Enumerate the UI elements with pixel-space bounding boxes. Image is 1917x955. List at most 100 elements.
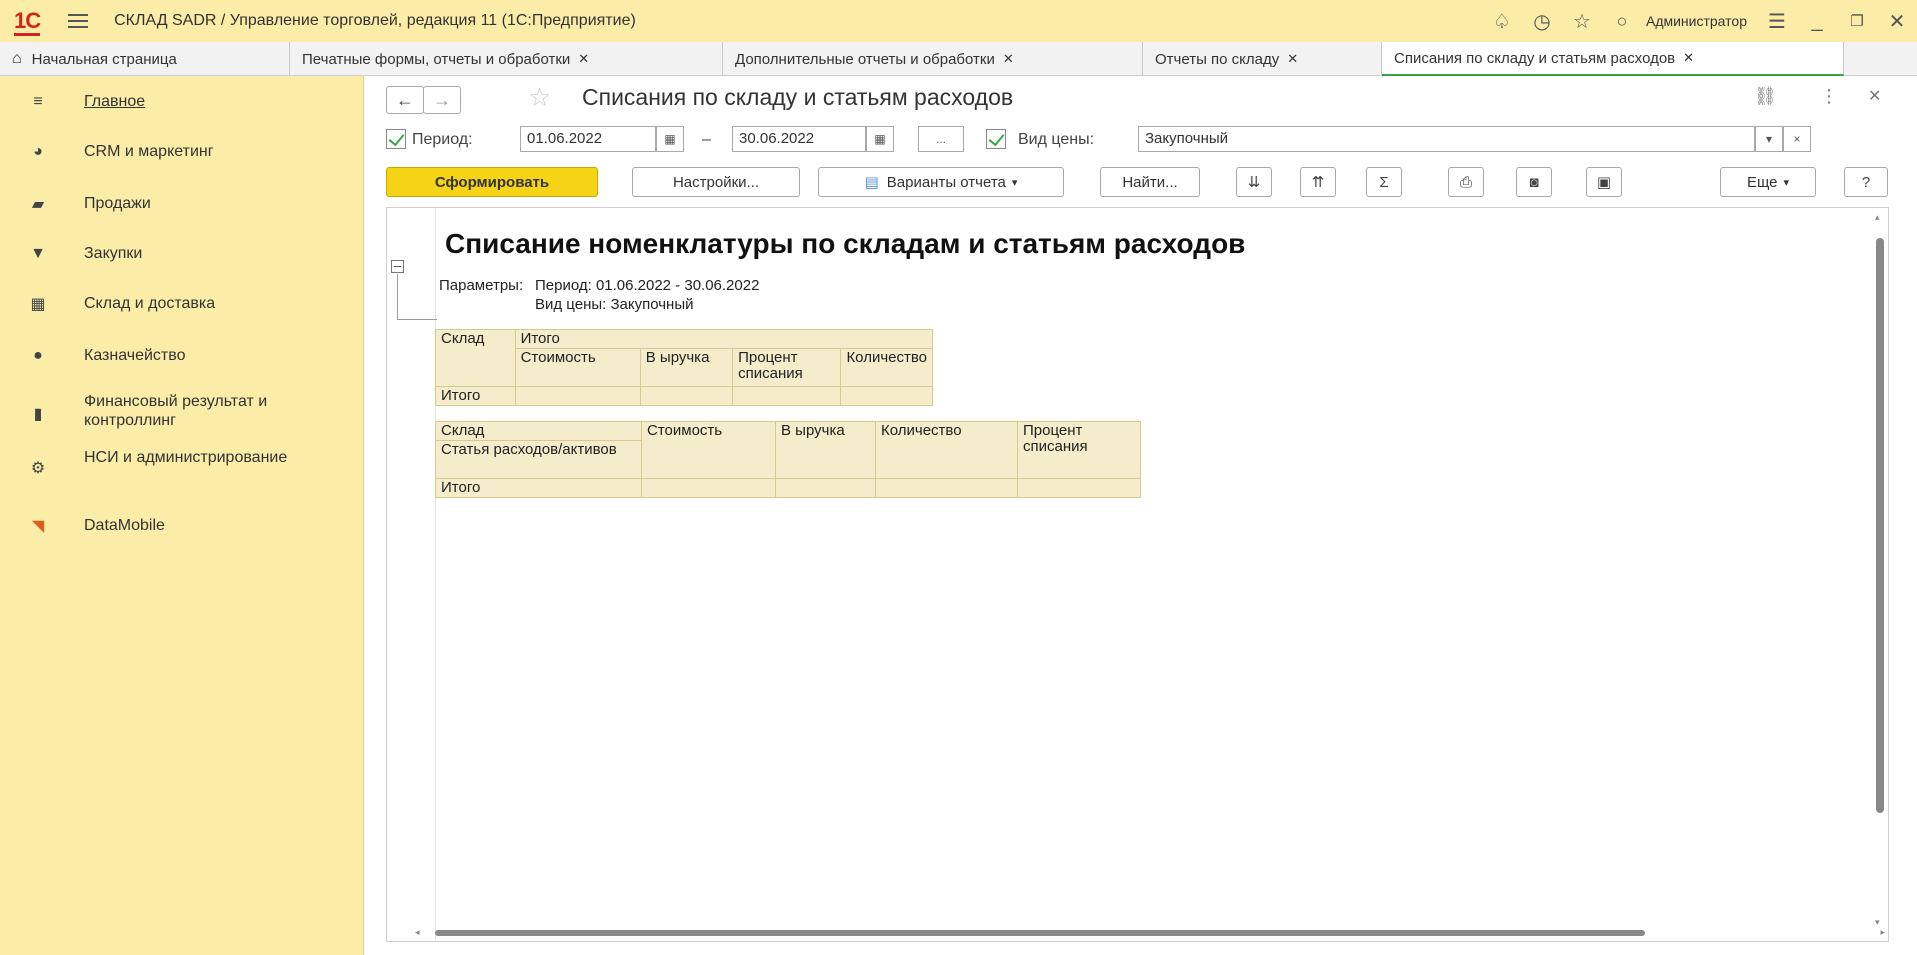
table-cell bbox=[840, 386, 933, 406]
report-area[interactable]: Списание номенклатуры по складам и стать… bbox=[386, 207, 1889, 942]
report-table-articles: Склад Стоимость В ыручка Количество Проц… bbox=[435, 421, 1141, 498]
user-name[interactable]: Администратор bbox=[1646, 13, 1747, 29]
table-cell bbox=[639, 386, 734, 406]
clear-icon[interactable]: × bbox=[1783, 126, 1811, 152]
date-from-field[interactable]: 01.06.2022 bbox=[520, 126, 656, 152]
tab-print-forms[interactable]: Печатные формы, отчеты и обработки ✕ bbox=[290, 42, 723, 76]
close-tab-icon[interactable]: ✕ bbox=[1287, 51, 1298, 67]
sidebar-item-sales[interactable]: ▰ Продажи bbox=[0, 192, 364, 216]
collapse-groups-icon[interactable]: ⇈ bbox=[1300, 167, 1336, 197]
bar-chart-icon: ▮ bbox=[33, 406, 43, 423]
table-cell bbox=[514, 386, 641, 406]
sidebar-item-datamobile[interactable]: ◥ DataMobile bbox=[0, 514, 364, 538]
1c-logo: 1С bbox=[14, 8, 41, 36]
calendar-to-icon[interactable]: ▦ bbox=[866, 126, 894, 152]
price-type-field[interactable]: Закупочный bbox=[1138, 126, 1755, 152]
variants-icon: ▤ bbox=[864, 174, 879, 191]
period-checkbox[interactable] bbox=[386, 129, 406, 149]
more-button[interactable]: Еще ▾ bbox=[1720, 167, 1816, 197]
scroll-left-icon[interactable]: ◂ bbox=[415, 927, 420, 938]
period-select-button[interactable]: ... bbox=[918, 126, 964, 152]
table-cell bbox=[641, 478, 776, 498]
vertical-scroll-thumb[interactable] bbox=[1876, 238, 1884, 813]
group-line bbox=[397, 319, 437, 320]
restore-icon[interactable]: ❐ bbox=[1837, 12, 1877, 30]
generate-button[interactable]: Сформировать bbox=[386, 167, 598, 197]
group-line bbox=[397, 274, 398, 320]
main-menu-icon[interactable] bbox=[68, 14, 89, 28]
horizontal-scrollbar[interactable]: ◂ ▸ bbox=[415, 927, 1885, 937]
tab-home[interactable]: ⌂ Начальная страница bbox=[0, 42, 290, 76]
scroll-right-icon[interactable]: ▸ bbox=[1880, 927, 1885, 938]
calendar-from-icon[interactable]: ▦ bbox=[656, 126, 684, 152]
date-to-field[interactable]: 30.06.2022 bbox=[732, 126, 866, 152]
minimize-icon[interactable]: _ bbox=[1797, 10, 1837, 33]
report-variants-button[interactable]: ▤ Варианты отчета ▾ bbox=[818, 167, 1064, 197]
close-icon[interactable]: ✕ bbox=[1877, 9, 1917, 34]
period-label: Период: bbox=[412, 131, 473, 148]
table-header: Процент списания bbox=[1017, 421, 1141, 479]
app-title: СКЛАД SADR / Управление торговлей, редак… bbox=[114, 12, 636, 29]
dropdown-icon[interactable]: ▾ bbox=[1755, 126, 1783, 152]
horizontal-scroll-thumb[interactable] bbox=[435, 930, 1645, 936]
close-form-icon[interactable]: ✕ bbox=[1868, 86, 1881, 106]
table-header: Количество bbox=[840, 348, 933, 387]
save-icon[interactable]: ▣ bbox=[1586, 167, 1622, 197]
table-header: Количество bbox=[875, 421, 1018, 479]
table-header: Статья расходов/активов bbox=[435, 440, 642, 479]
settings-menu-icon[interactable]: ☰ bbox=[1757, 9, 1797, 34]
close-tab-icon[interactable]: ✕ bbox=[578, 51, 589, 67]
tab-writeoffs[interactable]: Списания по складу и статьям расходов ✕ bbox=[1382, 42, 1844, 76]
bell-icon[interactable]: ♤ bbox=[1482, 9, 1522, 34]
sidebar-item-purchases[interactable]: ▼ Закупки bbox=[0, 242, 364, 266]
tabs-bar: ⌂ Начальная страница Печатные формы, отч… bbox=[0, 42, 1917, 76]
date-dash: – bbox=[702, 131, 711, 148]
expand-groups-icon[interactable]: ⇊ bbox=[1236, 167, 1272, 197]
gear-icon: ⚙ bbox=[30, 460, 46, 477]
scroll-down-icon[interactable]: ▾ bbox=[1875, 917, 1880, 928]
table-header: Итого bbox=[514, 329, 934, 349]
more-vertical-icon[interactable]: ⋮ bbox=[1820, 86, 1838, 107]
forward-button[interactable]: → bbox=[423, 86, 461, 114]
find-button[interactable]: Найти... bbox=[1100, 167, 1200, 197]
report-params-label: Параметры: bbox=[439, 277, 524, 294]
help-button[interactable]: ? bbox=[1844, 167, 1888, 197]
sidebar-item-admin[interactable]: ⚙ НСИ и администрирование bbox=[0, 446, 364, 488]
back-button[interactable]: ← bbox=[386, 86, 424, 114]
link-icon[interactable]: ⛓ bbox=[1754, 86, 1777, 107]
chevron-down-icon: ▾ bbox=[1783, 176, 1790, 189]
close-tab-icon[interactable]: ✕ bbox=[1683, 50, 1694, 66]
vertical-scrollbar[interactable]: ▴ ▾ bbox=[1874, 212, 1884, 927]
pie-chart-icon: ◕ bbox=[33, 143, 43, 160]
table-cell bbox=[1017, 478, 1141, 498]
preview-icon[interactable]: ◙ bbox=[1516, 167, 1552, 197]
close-tab-icon[interactable]: ✕ bbox=[1003, 51, 1014, 67]
print-icon[interactable]: ⎙ bbox=[1448, 167, 1484, 197]
favorite-star-icon[interactable]: ☆ bbox=[528, 82, 551, 113]
scroll-up-icon[interactable]: ▴ bbox=[1875, 212, 1880, 223]
sidebar-item-warehouse[interactable]: ▦ Склад и доставка bbox=[0, 292, 364, 316]
history-icon[interactable]: ◷ bbox=[1522, 9, 1562, 34]
warehouse-icon: ▦ bbox=[30, 296, 46, 313]
sidebar-item-main[interactable]: ≡ Главное bbox=[0, 90, 364, 114]
search-icon[interactable]: ○ bbox=[1602, 11, 1642, 32]
report-param-price: Вид цены: Закупочный bbox=[535, 296, 694, 313]
report-table-totals: Склад Итого Стоимость В ыручка Процент с… bbox=[435, 329, 934, 406]
report-param-period: Период: 01.06.2022 - 30.06.2022 bbox=[535, 277, 760, 294]
tab-additional-reports[interactable]: Дополнительные отчеты и обработки ✕ bbox=[723, 42, 1143, 76]
settings-button[interactable]: Настройки... bbox=[632, 167, 800, 197]
cart-icon: ▼ bbox=[30, 245, 46, 262]
report-title: Списание номенклатуры по складам и стать… bbox=[445, 228, 1246, 259]
sum-button[interactable]: Σ bbox=[1366, 167, 1402, 197]
table-header: Склад bbox=[435, 329, 516, 387]
collapse-group-icon[interactable] bbox=[391, 260, 404, 273]
chevron-down-icon: ▾ bbox=[1011, 176, 1018, 189]
table-header: Склад bbox=[435, 421, 642, 441]
sidebar-item-treasury[interactable]: ● Казначейство bbox=[0, 344, 364, 368]
home-icon: ⌂ bbox=[12, 50, 22, 67]
sidebar-item-finance[interactable]: ▮ Финансовый результат и контроллинг bbox=[0, 390, 364, 432]
tab-warehouse-reports[interactable]: Отчеты по складу ✕ bbox=[1143, 42, 1382, 76]
price-type-checkbox[interactable] bbox=[986, 129, 1006, 149]
sidebar-item-crm[interactable]: ◕ CRM и маркетинг bbox=[0, 140, 364, 164]
star-icon[interactable]: ☆ bbox=[1562, 9, 1602, 34]
